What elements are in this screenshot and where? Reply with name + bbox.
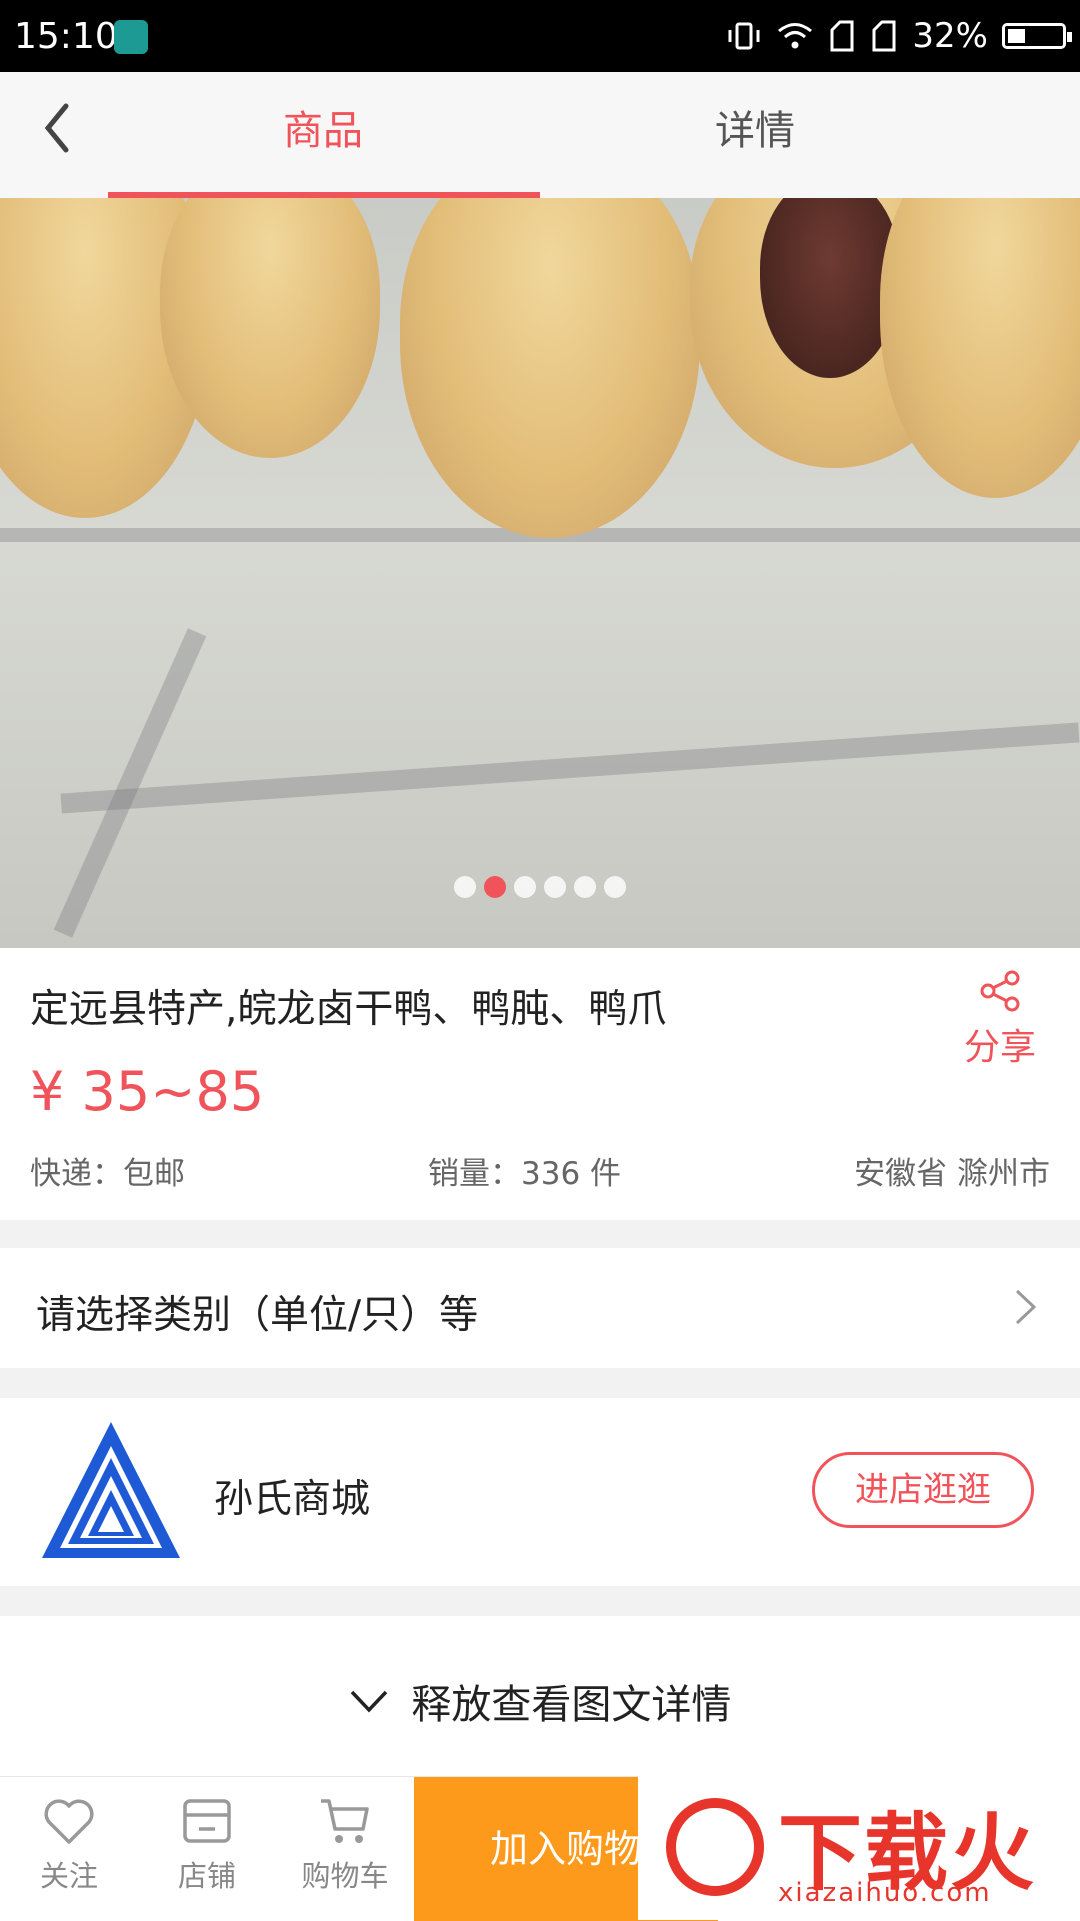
option-selector[interactable]: 请选择类别（单位/只）等 [0, 1248, 1080, 1368]
carousel-dot[interactable] [454, 876, 476, 898]
follow-button[interactable]: 关注 [0, 1777, 138, 1921]
tab-details[interactable]: 详情 [540, 72, 970, 198]
store-label: 店铺 [177, 1859, 236, 1893]
follow-label: 关注 [39, 1859, 98, 1893]
heart-icon [44, 1799, 94, 1844]
product-image-carousel[interactable] [0, 198, 1080, 948]
cart-button[interactable]: 购物车 [276, 1777, 414, 1921]
watermark-url: xiazaihuo.com [778, 1878, 992, 1908]
shop-card: 孙氏商城 进店逛逛 [0, 1398, 1080, 1586]
shipping-info: 快递：包邮 [30, 1156, 185, 1192]
top-nav: 商品 详情 [0, 72, 1080, 198]
chevron-right-icon [1015, 1289, 1037, 1325]
status-bar: 15:10 32% [0, 0, 1080, 72]
product-title: 定远县特产,皖龙卤干鸭、鸭肫、鸭爪 [30, 987, 667, 1032]
battery-percent: 32% [912, 16, 988, 56]
carousel-dot[interactable] [514, 876, 536, 898]
floor-line [60, 722, 1080, 814]
visit-shop-button[interactable]: 进店逛逛 [812, 1452, 1034, 1528]
sales-count: 销量：336 件 [428, 1156, 622, 1192]
watermark: 下载火 xiazaihuo.com [638, 1776, 1080, 1920]
share-label: 分享 [963, 1027, 1036, 1068]
carousel-dot[interactable] [484, 876, 506, 898]
wifi-icon [778, 23, 813, 49]
details-hint-label: 释放查看图文详情 [411, 1682, 732, 1728]
duck-photo [400, 198, 700, 538]
store-button[interactable]: 店铺 [138, 1777, 276, 1921]
watermark-logo [666, 1798, 764, 1896]
carousel-dot[interactable] [574, 876, 596, 898]
carousel-dot[interactable] [604, 876, 626, 898]
cart-label: 购物车 [301, 1859, 389, 1893]
store-icon [183, 1799, 231, 1843]
share-button[interactable]: 分享 [960, 970, 1040, 1070]
vibrate-icon [728, 22, 760, 50]
carousel-dots [0, 876, 1080, 898]
shop-logo[interactable] [38, 1418, 184, 1562]
cart-icon [321, 1799, 369, 1843]
sim2-icon [872, 20, 896, 52]
tab-product[interactable]: 商品 [108, 72, 538, 198]
product-info: 定远县特产,皖龙卤干鸭、鸭肫、鸭爪 分享 ¥ 35~85 快递：包邮 销量：33… [0, 948, 1080, 1220]
battery-icon [1002, 23, 1072, 49]
duck-photo [880, 198, 1080, 498]
sim1-icon [830, 20, 854, 52]
status-icons: 32% [726, 16, 1072, 56]
chevron-down-icon [350, 1690, 387, 1713]
status-time: 15:10 [14, 16, 118, 57]
carousel-dot[interactable] [544, 876, 566, 898]
share-icon [980, 970, 1020, 1012]
option-selector-label: 请选择类别（单位/只）等 [36, 1293, 479, 1338]
screenshot-indicator-icon [114, 20, 148, 54]
details-hint[interactable]: 释放查看图文详情 [0, 1616, 1080, 1776]
shop-name: 孙氏商城 [214, 1477, 371, 1522]
product-price: ¥ 35~85 [30, 1060, 265, 1123]
back-arrow-icon[interactable] [36, 98, 86, 158]
seller-location: 安徽省 滁州市 [854, 1156, 1050, 1192]
